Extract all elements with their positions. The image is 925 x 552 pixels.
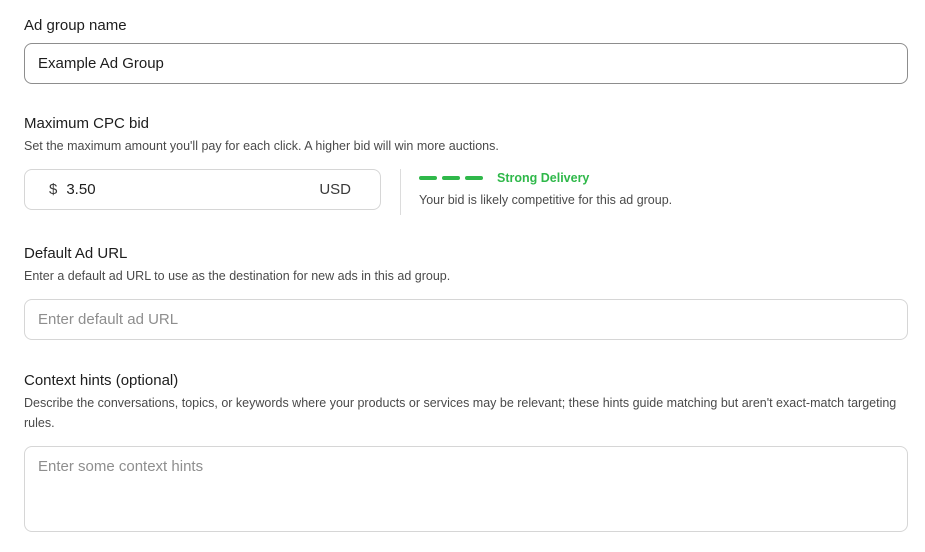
strength-dash [465,176,483,180]
delivery-strength: Strong Delivery [419,171,672,185]
default-ad-url-input[interactable] [24,299,908,340]
ad-group-form: Ad group name Maximum CPC bid Set the ma… [0,0,925,552]
bid-amount-input[interactable] [66,181,267,198]
context-hints-description: Describe the conversations, topics, or k… [24,396,897,430]
divider [400,169,401,215]
ad-group-name-label: Ad group name [24,17,127,34]
context-hints-textarea[interactable] [24,446,908,532]
max-cpc-bid-description: Set the maximum amount you'll pay for ea… [24,139,499,153]
delivery-indicator: Strong Delivery Your bid is likely compe… [419,171,672,207]
context-hints-section: Context hints (optional) Describe the co… [24,372,908,532]
currency-symbol: $ [49,181,58,198]
default-ad-url-label: Default Ad URL [24,245,128,262]
delivery-note: Your bid is likely competitive for this … [419,193,673,207]
bid-row: $ USD Strong Delivery Your bid is likely… [24,169,908,215]
max-cpc-bid-section: Maximum CPC bid Set the maximum amount y… [24,115,908,215]
strength-dash [419,176,437,180]
delivery-strength-meter [419,176,483,180]
strength-dash [442,176,460,180]
max-cpc-bid-label: Maximum CPC bid [24,115,150,132]
ad-group-name-input[interactable] [24,43,908,84]
delivery-strength-label: Strong Delivery [497,171,590,185]
bid-amount-field[interactable]: $ USD [24,169,381,210]
currency-code: USD [319,181,351,198]
default-ad-url-description: Enter a default ad URL to use as the des… [24,269,451,283]
ad-group-name-section: Ad group name [24,17,908,84]
default-ad-url-section: Default Ad URL Enter a default ad URL to… [24,245,908,340]
context-hints-label: Context hints (optional) [24,372,179,389]
